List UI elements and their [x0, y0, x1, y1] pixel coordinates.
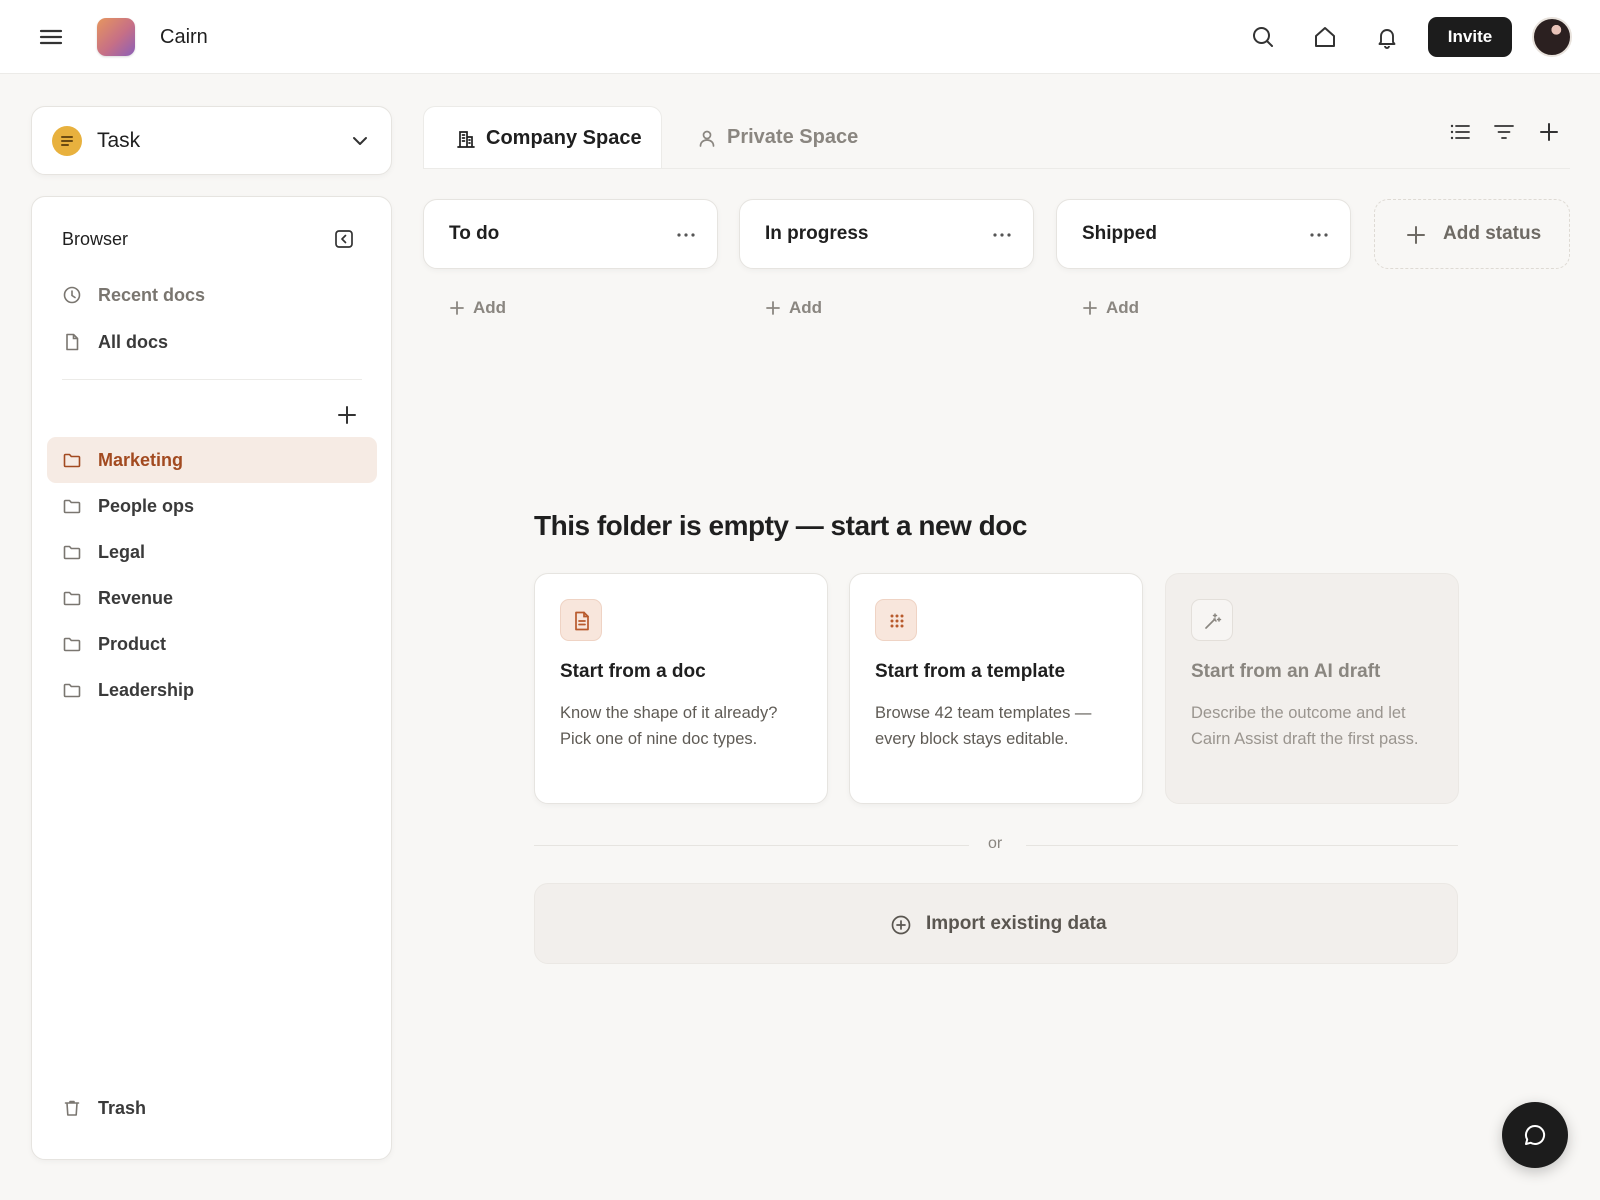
more-icon[interactable] [675, 224, 697, 246]
start-from-template-card[interactable]: Start from a template Browse 42 team tem… [849, 573, 1143, 804]
status-column-todo[interactable]: To do [423, 199, 718, 269]
nav-trash[interactable]: Trash [47, 1085, 377, 1131]
nav-recent-docs[interactable]: Recent docs [47, 272, 377, 318]
folder-people-ops[interactable]: People ops [47, 483, 377, 529]
folder-icon [62, 496, 82, 516]
chat-button[interactable] [1502, 1102, 1568, 1168]
task-select[interactable]: Task [31, 106, 392, 175]
folder-label: People ops [98, 496, 195, 516]
task-icon [52, 126, 82, 156]
card-description: Describe the outcome and let Cairn Assis… [1191, 704, 1419, 748]
folder-icon [62, 450, 82, 470]
person-icon [697, 128, 717, 148]
start-from-doc-card[interactable]: Start from a doc Know the shape of it al… [534, 573, 828, 804]
collapse-sidebar-icon[interactable] [334, 229, 354, 249]
nav-label: Recent docs [98, 285, 206, 305]
folder-label: Leadership [98, 680, 195, 700]
doc-icon [62, 332, 82, 352]
search-icon[interactable] [1250, 24, 1276, 50]
filter-icon[interactable] [1492, 120, 1516, 144]
menu-icon[interactable] [38, 25, 64, 49]
card-title: Start from a doc [560, 661, 706, 682]
plus-icon [1405, 224, 1427, 246]
card-title: Start from a template [875, 661, 1066, 682]
folder-icon [62, 542, 82, 562]
start-from-ai-draft-card[interactable]: Start from an AI draft Describe the outc… [1165, 573, 1459, 804]
more-icon[interactable] [1308, 224, 1330, 246]
trash-icon [62, 1098, 82, 1118]
grid-icon [875, 599, 917, 641]
folder-label: Legal [98, 542, 146, 562]
empty-state-heading: This folder is empty — start a new doc [534, 510, 1027, 541]
status-label: To do [449, 223, 500, 244]
folder-label: Revenue [98, 588, 174, 608]
status-column-shipped[interactable]: Shipped [1056, 199, 1351, 269]
tab-label: Company Space [486, 127, 642, 149]
folder-label: Marketing [98, 450, 184, 470]
avatar[interactable] [1532, 17, 1572, 57]
browser-title: Browser [62, 229, 129, 249]
card-title: Start from an AI draft [1191, 661, 1381, 682]
browser-panel: Browser Recent docs All docs Marketing P… [31, 196, 392, 1160]
plus-icon [765, 300, 781, 316]
status-column-in-progress[interactable]: In progress [739, 199, 1034, 269]
bell-icon[interactable] [1374, 24, 1400, 50]
status-label: Shipped [1082, 223, 1157, 244]
top-bar: Cairn Invite [0, 0, 1600, 74]
nav-all-docs[interactable]: All docs [47, 319, 377, 365]
plus-circle-icon [890, 914, 912, 936]
folder-revenue[interactable]: Revenue [47, 575, 377, 621]
trash-label: Trash [98, 1098, 147, 1118]
add-icon[interactable] [1537, 120, 1561, 144]
list-view-icon[interactable] [1448, 120, 1472, 144]
add-folder-icon[interactable] [336, 404, 358, 426]
status-label: In progress [765, 223, 869, 244]
folder-product[interactable]: Product [47, 621, 377, 667]
plus-icon [449, 300, 465, 316]
or-label: or [988, 835, 1003, 852]
folder-leadership[interactable]: Leadership [47, 667, 377, 713]
app-name: Cairn [160, 26, 208, 48]
invite-button[interactable]: Invite [1428, 17, 1512, 57]
add-card-label: Add [1106, 298, 1140, 317]
divider [534, 845, 969, 846]
import-label: Import existing data [926, 913, 1107, 934]
divider [62, 379, 362, 380]
clock-icon [62, 285, 82, 305]
app-logo[interactable] [97, 18, 135, 56]
tab-company-space[interactable]: Company Space [423, 106, 662, 169]
folder-icon [62, 680, 82, 700]
chat-icon [1525, 1124, 1546, 1145]
task-select-label: Task [97, 129, 141, 152]
add-status-label: Add status [1443, 223, 1542, 244]
folder-icon [62, 588, 82, 608]
folder-legal[interactable]: Legal [47, 529, 377, 575]
more-icon[interactable] [991, 224, 1013, 246]
plus-icon [1082, 300, 1098, 316]
tabs-divider [423, 168, 1570, 169]
card-description: Browse 42 team templates — every block s… [875, 704, 1092, 748]
tab-label: Private Space [727, 126, 859, 148]
nav-label: All docs [98, 332, 169, 352]
wand-icon [1191, 599, 1233, 641]
chevron-down-icon [349, 130, 371, 152]
add-status-button[interactable]: Add status [1374, 199, 1570, 269]
folder-marketing[interactable]: Marketing [47, 437, 377, 483]
folder-label: Product [98, 634, 167, 654]
folder-icon [62, 634, 82, 654]
card-description: Know the shape of it already? Pick one o… [560, 704, 778, 748]
building-icon [456, 129, 476, 149]
tab-private-space[interactable]: Private Space [680, 106, 880, 169]
divider [1026, 845, 1458, 846]
add-card-label: Add [473, 298, 507, 317]
document-icon [560, 599, 602, 641]
home-icon[interactable] [1312, 24, 1338, 50]
import-existing-data-button[interactable]: Import existing data [534, 883, 1458, 964]
add-card-label: Add [789, 298, 823, 317]
